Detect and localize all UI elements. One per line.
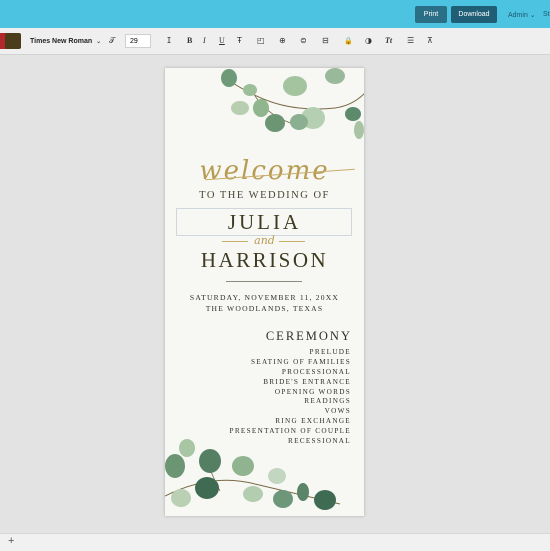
eucalyptus-bottom-illustration [165, 439, 341, 510]
program-item: PROCESSIONAL [281, 367, 351, 376]
admin-menu[interactable]: Admin ⌄ [508, 11, 536, 19]
ceremony-heading[interactable]: CEREMONY [266, 329, 352, 344]
event-date[interactable]: SATURDAY, NOVEMBER 11, 20XX [165, 293, 364, 302]
add-page-button[interactable]: + [8, 535, 14, 547]
text-height-icon[interactable]: ⵊ [167, 36, 171, 46]
effects-icon[interactable]: ⊟ [322, 36, 329, 46]
program-item: OPENING WORDS [274, 387, 351, 396]
program-item: VOWS [324, 407, 351, 416]
underline-icon[interactable]: U [219, 36, 225, 46]
page-footer-bar: + [0, 533, 550, 551]
layers-icon[interactable]: ⊜ [300, 36, 307, 46]
print-button[interactable]: Print [415, 6, 447, 23]
align-top-icon[interactable]: ⊼ [427, 36, 433, 46]
text-case-icon[interactable]: Tt [385, 36, 392, 46]
format-toolbar: Times New Roman ⌄ 𝒯 29 ⵊ B I U Ŧ ◰ ⊕ ⊜ ⊟… [0, 28, 550, 55]
font-size-input[interactable]: 29 [125, 34, 151, 48]
eucalyptus-top-illustration [221, 68, 364, 139]
top-bar: Print Download Admin ⌄ St [0, 0, 550, 28]
transform-icon[interactable]: ◰ [257, 36, 265, 46]
program-item: READINGS [304, 397, 351, 406]
program-item: RING EXCHANGE [275, 417, 351, 426]
chevron-down-icon: ⌄ [529, 12, 536, 19]
admin-label: Admin [508, 12, 528, 19]
and-script-text[interactable]: and [165, 234, 364, 247]
download-button[interactable]: Download [451, 6, 497, 23]
program-item: BRIDE'S ENTRANCE [263, 377, 351, 386]
lock-icon[interactable]: 🔒 [344, 36, 353, 46]
account-menu[interactable]: St [543, 11, 550, 18]
font-family-value: Times New Roman [30, 37, 93, 45]
divider-line [226, 281, 302, 282]
wedding-program-page[interactable]: welcome TO THE WEDDING OF JULIA and HARR… [165, 68, 364, 516]
ceremony-program-list[interactable]: PRELUDE SEATING OF FAMILIES PROCESSIONAL… [230, 348, 351, 447]
group-icon[interactable]: ⊕ [279, 36, 286, 46]
program-item: PRELUDE [309, 348, 351, 356]
first-name-text[interactable]: JULIA [165, 210, 364, 235]
strikethrough-icon[interactable]: Ŧ [237, 36, 242, 46]
line-spacing-icon[interactable]: ☰ [407, 36, 414, 46]
event-location[interactable]: THE WOODLANDS, TEXAS [165, 304, 364, 313]
color-swatch-brown[interactable] [5, 33, 21, 49]
wedding-of-subtitle[interactable]: TO THE WEDDING OF [165, 190, 364, 201]
chevron-down-icon: ⌄ [96, 38, 102, 45]
font-family-select[interactable]: Times New Roman ⌄ [30, 34, 101, 48]
theme-icon[interactable]: ◑ [365, 36, 372, 46]
program-item: SEATING OF FAMILIES [250, 357, 351, 366]
and-flourish-right [279, 241, 305, 242]
text-effect-icon[interactable]: 𝒯 [109, 36, 115, 46]
bold-icon[interactable]: B [187, 36, 192, 46]
italic-icon[interactable]: I [203, 36, 206, 46]
second-name-text[interactable]: HARRISON [165, 248, 364, 273]
